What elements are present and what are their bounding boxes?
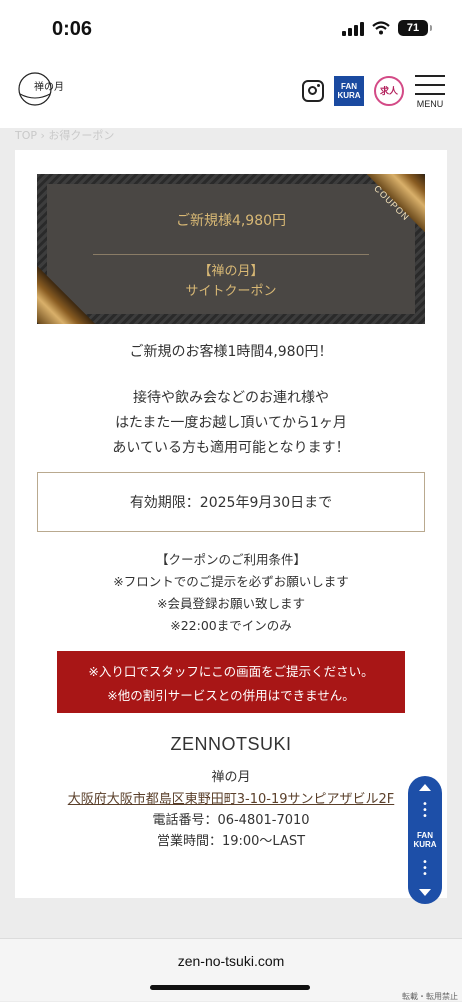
notice-banner: ※入り口でスタッフにこの画面をご提示ください。 ※他の割引サービスとの併用はでき…: [57, 651, 405, 713]
conditions-heading: 【クーポンのご利用条件】: [155, 552, 306, 567]
shop-hours: 営業時間：19:00〜LAST: [156, 834, 306, 849]
coupon-ticket: COUPON ご新規様4,980円 【禅の月】 サイトクーポン: [37, 174, 425, 324]
instagram-icon[interactable]: [302, 79, 324, 102]
hamburger-icon: [415, 75, 445, 77]
header-icons: FAN KURA 求人 MENU: [302, 72, 446, 109]
coupon-card: COUPON ご新規様4,980円 【禅の月】 サイトクーポン ご新規のお客様1…: [15, 150, 447, 898]
status-icons: 71: [342, 20, 432, 36]
chevron-up-icon: [419, 784, 431, 791]
offer-description-line: はたまた一度お越し頂いてから1ヶ月: [115, 415, 347, 431]
menu-button[interactable]: MENU: [414, 72, 446, 109]
shop-phone[interactable]: 電話番号：06-4801-7010: [15, 809, 447, 828]
coupon-subtitle: サイトクーポン: [185, 284, 277, 299]
wifi-icon: [372, 21, 390, 35]
browser-url-bar[interactable]: zen-no-tsuki.com 転載・転用禁止: [0, 938, 462, 1001]
battery-icon: 71: [398, 20, 428, 36]
dots-icon: • • •: [422, 799, 428, 822]
fankura-line1: FAN: [341, 81, 357, 91]
site-logo[interactable]: 禅の月: [14, 68, 64, 110]
dots-icon: • • •: [422, 857, 428, 880]
offer-description-line: あいている方も適用可能となります！: [112, 440, 350, 456]
menu-label: MENU: [416, 99, 444, 109]
copyright-note: 転載・転用禁止: [402, 992, 458, 1001]
notice-line: ※他の割引サービスとの併用はできません。: [107, 687, 355, 703]
coupon-title: ご新規様4,980円: [175, 213, 287, 229]
site-header: 禅の月 FAN KURA 求人 MENU: [0, 58, 462, 128]
shop-address-row: 大阪府大阪市都島区東野田町3-10-19サンピアザビル2F: [15, 788, 447, 807]
shop-address-link[interactable]: 大阪府大阪市都島区東野田町3-10-19サンピアザビル2F: [68, 792, 395, 807]
shop-name-en: ZENNOTSUKI: [170, 734, 292, 754]
hamburger-line: [415, 84, 445, 86]
floating-fankura-label: FAN KURA: [413, 831, 436, 849]
validity-box: 有効期限：2025年9月30日まで: [37, 472, 425, 532]
status-time: 0:06: [52, 18, 93, 40]
shop-name-ja: 禅の月: [211, 770, 251, 785]
breadcrumb[interactable]: TOP › お得クーポン: [15, 128, 447, 150]
recruit-button[interactable]: 求人: [374, 75, 404, 106]
offer-description-line: 接待や飲み会などのお連れ様や: [133, 390, 329, 406]
floating-label-line2: KURA: [413, 840, 437, 849]
signal-icon: [342, 20, 364, 36]
battery-tip: [430, 25, 432, 31]
offer-headline: ご新規のお客様1時間4,980円！: [129, 344, 333, 360]
status-bar: 0:06 71: [0, 0, 462, 58]
hamburger-line: [415, 93, 445, 95]
url-text[interactable]: zen-no-tsuki.com: [0, 953, 462, 969]
floating-fankura-button[interactable]: • • • FAN KURA • • •: [408, 776, 442, 904]
condition-item: ※22:00までインのみ: [170, 618, 292, 633]
condition-item: ※会員登録お願い致します: [157, 596, 305, 611]
fankura-line2: KURA: [337, 90, 361, 100]
chevron-down-icon: [419, 889, 431, 896]
fankura-button[interactable]: FAN KURA: [334, 75, 364, 106]
condition-item: ※フロントでのご提示を必ずお願いします: [113, 574, 349, 589]
notice-line: ※入り口でスタッフにこの画面をご提示ください。: [88, 663, 374, 679]
logo-text: 禅の月: [34, 82, 64, 93]
coupon-divider: [93, 254, 369, 255]
floating-label-line1: FAN: [416, 831, 433, 840]
coupon-subtitle: 【禅の月】: [198, 264, 264, 279]
home-indicator[interactable]: [150, 985, 310, 990]
